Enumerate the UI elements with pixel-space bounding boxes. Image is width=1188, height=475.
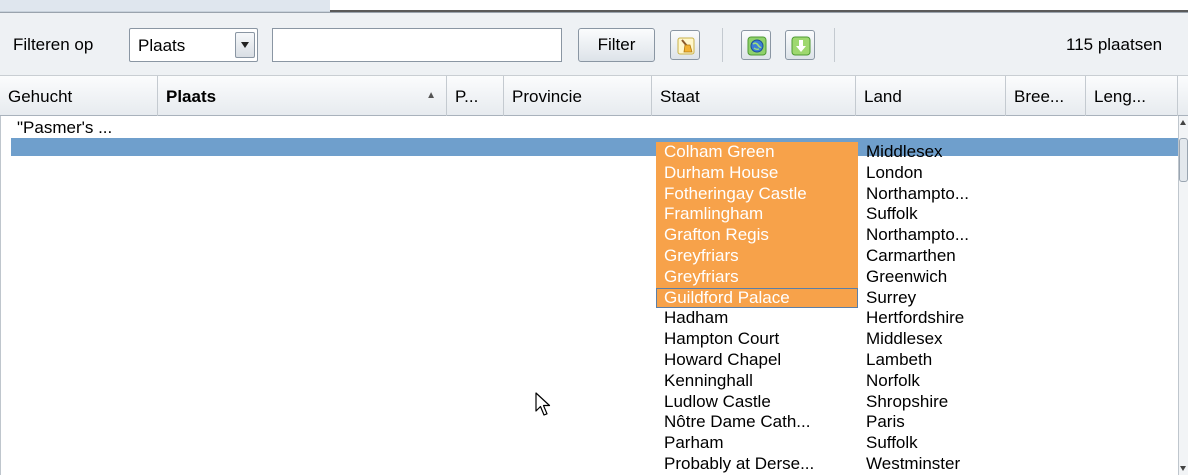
filter-label: Filteren op	[13, 35, 94, 54]
land-list-item[interactable]: Suffolk	[858, 433, 1018, 454]
column-header-lengte[interactable]: Leng...	[1086, 76, 1178, 116]
land-list-item[interactable]: London	[858, 163, 1018, 184]
land-list-item[interactable]: Middlesex	[858, 142, 1018, 163]
staat-list-item[interactable]: Parham	[656, 433, 858, 454]
staat-list-item[interactable]: Greyfriars	[656, 245, 858, 267]
filter-input[interactable]	[272, 28, 562, 62]
land-list-item[interactable]: Surrey	[858, 288, 1018, 309]
column-header-gehucht[interactable]: Gehucht	[0, 76, 158, 116]
land-list-item[interactable]: Hertfordshire	[858, 308, 1018, 329]
staat-list-item[interactable]: Hadham	[656, 308, 858, 329]
staat-dropdown-list[interactable]: Colham Green Durham House Fotheringay Cast…	[656, 142, 858, 475]
broom-icon	[677, 37, 695, 55]
globe-button[interactable]	[741, 30, 771, 60]
staat-list-item[interactable]: Framlingham	[656, 204, 858, 226]
staat-list-item[interactable]: Probably at Derse...	[656, 454, 858, 475]
places-table[interactable]: "Pasmer's ... Colham Green Durham House Fo…	[0, 116, 1178, 475]
column-header-label: Plaats	[166, 87, 217, 106]
download-button[interactable]	[785, 30, 815, 60]
table-header: Gehucht Plaats ▲ P... Provincie Staat La…	[0, 76, 1188, 116]
column-header-plaats[interactable]: Plaats ▲	[158, 76, 447, 116]
dropdown-arrow-icon[interactable]	[235, 32, 255, 58]
place-count: 115 plaatsen	[1066, 35, 1163, 54]
scrollbar-thumb[interactable]	[1179, 138, 1188, 182]
scroll-down-icon[interactable]	[1180, 466, 1186, 471]
staat-list-item[interactable]: Guildford Palace	[656, 287, 858, 309]
staat-list-item[interactable]: Colham Green	[656, 142, 858, 163]
land-dropdown-list[interactable]: Middlesex London Northampto... Suffolk North…	[858, 142, 1018, 475]
globe-icon	[747, 36, 767, 56]
table-cell-gehucht[interactable]: "Pasmer's ...	[17, 118, 112, 138]
land-list-item[interactable]: Westminster	[858, 454, 1018, 475]
staat-list-item[interactable]: Fotheringay Castle	[656, 183, 858, 205]
land-list-item[interactable]: Paris	[858, 412, 1018, 433]
land-list-item[interactable]: Shropshire	[858, 392, 1018, 413]
staat-list-item[interactable]: Durham House	[656, 162, 858, 184]
sort-ascending-icon: ▲	[426, 90, 436, 101]
land-list-item[interactable]: Northampto...	[858, 225, 1018, 246]
filter-toolbar: Filteren op Plaats Filter 115 plaatsen	[0, 12, 1188, 76]
staat-list-item[interactable]: Grafton Regis	[656, 225, 858, 246]
active-tab[interactable]	[0, 0, 330, 12]
staat-list-item[interactable]: Greyfriars	[656, 266, 858, 288]
vertical-scrollbar[interactable]	[1178, 116, 1188, 475]
toolbar-separator	[722, 28, 723, 62]
tab-strip	[0, 0, 1188, 12]
column-header-land[interactable]: Land	[856, 76, 1006, 116]
mouse-cursor-icon	[535, 392, 551, 416]
column-header-provincie[interactable]: Provincie	[504, 76, 652, 116]
staat-list-item[interactable]: Hampton Court	[656, 329, 858, 350]
toolbar-separator	[834, 28, 835, 62]
filter-button[interactable]: Filter	[578, 28, 655, 62]
staat-list-item[interactable]: Nôtre Dame Cath...	[656, 412, 858, 433]
clear-filter-button[interactable]	[670, 30, 700, 60]
column-header-breedte[interactable]: Bree...	[1006, 76, 1086, 116]
land-list-item[interactable]: Lambeth	[858, 350, 1018, 371]
land-list-item[interactable]: Norfolk	[858, 371, 1018, 392]
land-list-item[interactable]: Carmarthen	[858, 246, 1018, 267]
filter-field-select[interactable]: Plaats	[129, 28, 258, 62]
land-list-item[interactable]: Suffolk	[858, 204, 1018, 225]
filter-field-value: Plaats	[138, 36, 186, 55]
staat-list-item[interactable]: Kenninghall	[656, 371, 858, 392]
column-header-staat[interactable]: Staat	[652, 76, 856, 116]
scroll-up-icon[interactable]	[1180, 120, 1186, 125]
land-list-item[interactable]: Greenwich	[858, 267, 1018, 288]
land-list-item[interactable]: Middlesex	[858, 329, 1018, 350]
staat-list-item[interactable]: Howard Chapel	[656, 350, 858, 371]
staat-list-item[interactable]: Ludlow Castle	[656, 392, 858, 413]
column-header-p[interactable]: P...	[447, 76, 504, 116]
land-list-item[interactable]: Northampto...	[858, 184, 1018, 205]
download-arrow-icon	[791, 36, 811, 56]
